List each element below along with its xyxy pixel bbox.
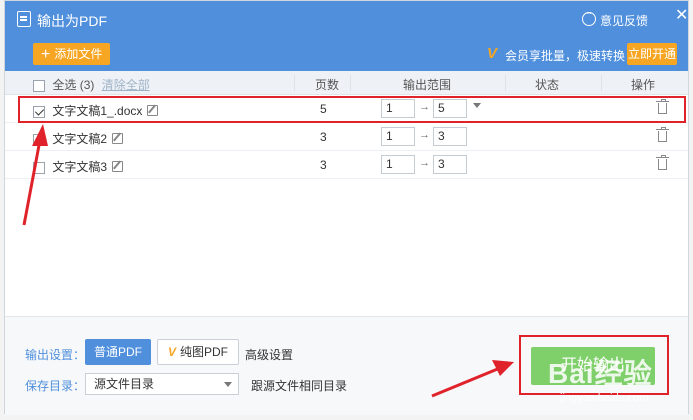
range-arrow: → [419,129,430,141]
header-range: 输出范围 [403,78,452,92]
header-pages: 页数 [315,78,340,92]
range-arrow: → [419,157,430,169]
save-dir-label: 保存目录： [25,379,86,393]
row-checkbox[interactable] [33,133,45,146]
feedback-link[interactable]: 意见反馈 [600,12,648,29]
range-from-input[interactable]: 1 [381,155,415,174]
range-to-input[interactable]: 3 [433,127,467,146]
column-divider [601,75,602,91]
header-action: 操作 [631,78,656,92]
range-to-input[interactable]: 3 [433,155,467,174]
row-checkbox[interactable] [33,161,45,174]
mode-normal-pdf-button[interactable]: 普通PDF [85,339,151,365]
save-dir-value: 源文件目录 [94,377,155,391]
select-all-checkbox[interactable] [33,79,45,92]
add-file-button[interactable]: + 添加文件 [33,43,111,65]
header-status: 状态 [535,78,560,92]
watermark-logo: Bai经验 [548,358,653,389]
range-from-input[interactable]: 1 [381,127,415,146]
document-icon [17,11,31,27]
file-name: 文字文稿3 [52,160,108,174]
table-row[interactable]: 文字文稿2 3 1 → 3 [5,123,688,151]
edit-icon[interactable] [112,133,124,144]
same-dir-label: 跟源文件相同目录 [251,379,348,393]
trash-icon[interactable] [656,155,669,170]
vip-icon: V [167,345,176,359]
chat-bubble-icon[interactable] [582,8,596,26]
trash-icon[interactable] [656,127,669,142]
add-file-label: 添加文件 [54,47,103,61]
table-row[interactable]: 文字文稿3 3 1 → 3 [5,151,688,179]
mode-image-label: 纯图PDF [180,345,229,359]
chevron-down-icon [224,382,232,387]
plus-icon: + [41,46,51,63]
page-count: 3 [320,158,327,172]
table-header: 全选 (3) 清除全部 页数 输出范围 状态 操作 [5,71,688,95]
vip-icon: V [487,45,498,62]
column-divider [505,75,506,91]
toolbar: + 添加文件 V 会员享批量，极速转换 立即开通 [5,37,688,71]
edit-icon[interactable] [112,161,124,172]
annotation-highlight-box [18,96,686,123]
mode-image-pdf-button[interactable]: V 纯图PDF [157,339,239,365]
file-name: 文字文稿2 [52,132,108,146]
column-divider [350,75,351,91]
open-vip-button[interactable]: 立即开通 [627,43,677,65]
advanced-settings-link[interactable]: 高级设置 [245,346,293,363]
vip-promo-text: 会员享批量，极速转换 [505,49,626,63]
file-name-cell: 文字文稿3 [33,158,124,175]
output-settings-label: 输出设置： [25,348,86,362]
file-name-cell: 文字文稿2 [33,130,124,147]
column-divider [294,75,295,91]
select-count: (3) [79,78,95,92]
window-title: 输出为PDF [37,13,107,29]
save-dir-select[interactable]: 源文件目录 [85,373,239,395]
select-all-label: 全选 [52,78,77,92]
select-all[interactable]: 全选 (3) 清除全部 [33,76,150,93]
page-count: 3 [320,130,327,144]
watermark-url: jingyan.baidu.com [560,392,649,404]
close-icon[interactable]: ✕ [675,7,688,25]
title-bar: 输出为PDF 意见反馈 ✕ [5,1,688,37]
clear-all-link[interactable]: 清除全部 [102,78,150,92]
